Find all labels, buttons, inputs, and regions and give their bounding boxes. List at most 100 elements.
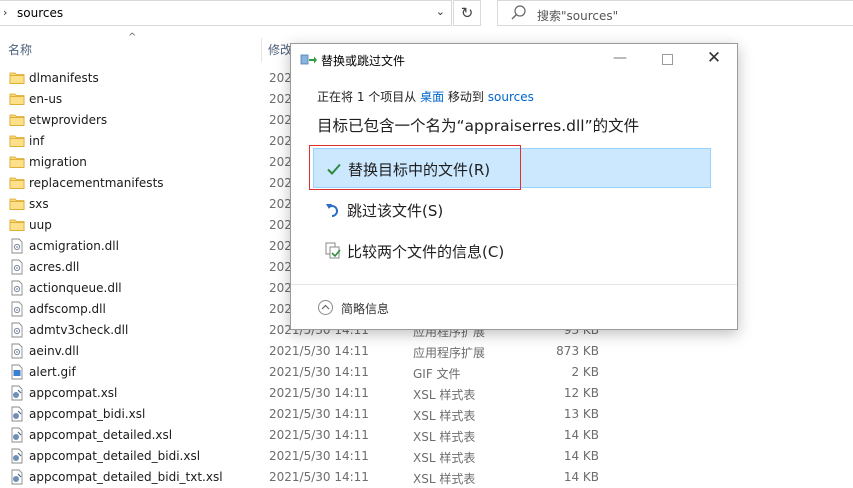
sort-ascending-icon: ^ bbox=[128, 32, 137, 43]
compare-files-icon bbox=[325, 242, 341, 259]
folder-icon bbox=[9, 91, 25, 107]
column-header-name[interactable]: 名称 bbox=[8, 38, 32, 62]
replace-or-skip-dialog: 替换或跳过文件 — ✕ 正在将 1 个项目从 桌面 移动到 sources 目标… bbox=[290, 43, 738, 330]
file-type: XSL 样式表 bbox=[413, 409, 476, 423]
skip-option-label: 跳过该文件(S) bbox=[347, 202, 444, 220]
progress-text: 正在将 1 个项目从 桌面 移动到 sources bbox=[317, 88, 534, 105]
refresh-icon: ↻ bbox=[460, 4, 474, 22]
file-size: 14 KB bbox=[563, 428, 599, 442]
file-date: 2021/5/30 14:11 bbox=[269, 470, 369, 484]
file-date: 2021/5/30 14:11 bbox=[269, 428, 369, 442]
column-header-date[interactable]: 修改 bbox=[268, 38, 292, 62]
compare-option-label: 比较两个文件的信息(C) bbox=[347, 243, 505, 261]
file-name: appcompat_detailed_bidi.xsl bbox=[29, 449, 201, 463]
search-placeholder[interactable]: 搜索"sources" bbox=[537, 7, 618, 24]
file-type: XSL 样式表 bbox=[413, 430, 476, 444]
file-date: 2021/5/30 14:11 bbox=[269, 344, 369, 358]
file-date: 2021/5/30 14:11 bbox=[269, 386, 369, 400]
minimize-button[interactable]: — bbox=[605, 48, 635, 70]
address-toolbar: › sources ⌄ ↻ 搜索"sources" bbox=[0, 0, 853, 28]
minimize-icon: — bbox=[613, 50, 627, 66]
progress-middle: 移动到 bbox=[444, 90, 488, 104]
gif-file-icon bbox=[9, 364, 25, 380]
fewer-details-label[interactable]: 简略信息 bbox=[341, 300, 389, 317]
collapse-details-button[interactable] bbox=[318, 300, 333, 315]
folder-icon bbox=[9, 70, 25, 86]
file-name: migration bbox=[29, 155, 87, 169]
file-name: adfscomp.dll bbox=[29, 302, 106, 316]
file-name: inf bbox=[29, 134, 45, 148]
close-button[interactable]: ✕ bbox=[699, 48, 729, 70]
move-files-icon bbox=[300, 54, 317, 65]
progress-prefix: 正在将 1 个项目从 bbox=[317, 90, 421, 104]
file-name: actionqueue.dll bbox=[29, 281, 122, 295]
file-row[interactable]: appcompat_detailed.xsl 2021/5/30 14:11 XSL… bbox=[0, 425, 853, 446]
dll-file-icon bbox=[9, 343, 25, 359]
maximize-button[interactable] bbox=[652, 48, 682, 70]
file-name: replacementmanifests bbox=[29, 176, 164, 190]
dialog-title: 替换或跳过文件 bbox=[321, 54, 406, 68]
chevron-right-icon[interactable]: › bbox=[3, 6, 7, 19]
folder-icon bbox=[9, 175, 25, 191]
file-name: alert.gif bbox=[29, 365, 76, 379]
file-size: 14 KB bbox=[563, 470, 599, 484]
search-icon bbox=[511, 5, 526, 20]
dll-file-icon bbox=[9, 238, 25, 254]
folder-icon bbox=[9, 217, 25, 233]
file-type: 应用程序扩展 bbox=[413, 346, 486, 360]
folder-icon bbox=[9, 133, 25, 149]
file-type: XSL 样式表 bbox=[413, 472, 476, 486]
file-size: 2 KB bbox=[571, 365, 599, 379]
file-type: XSL 样式表 bbox=[413, 388, 476, 402]
folder-icon bbox=[9, 112, 25, 128]
compare-option-button[interactable]: 比较两个文件的信息(C) bbox=[313, 231, 711, 271]
dialog-divider bbox=[291, 284, 737, 285]
file-name: appcompat_detailed.xsl bbox=[29, 428, 173, 442]
dll-file-icon bbox=[9, 322, 25, 338]
address-path[interactable]: sources bbox=[17, 6, 63, 20]
file-name: appcompat_bidi.xsl bbox=[29, 407, 146, 421]
file-name: acres.dll bbox=[29, 260, 80, 274]
address-bar[interactable]: › sources ⌄ bbox=[0, 0, 452, 26]
file-size: 12 KB bbox=[563, 386, 599, 400]
file-row[interactable]: aeinv.dll 2021/5/30 14:11 应用程序扩展 873 KB bbox=[0, 341, 853, 362]
chevron-up-icon bbox=[321, 304, 330, 310]
column-divider[interactable] bbox=[261, 38, 262, 62]
xsl-file-icon bbox=[9, 448, 25, 464]
refresh-button[interactable]: ↻ bbox=[453, 0, 481, 26]
source-link[interactable]: 桌面 bbox=[420, 90, 444, 104]
file-name: sxs bbox=[29, 197, 49, 211]
skip-arrow-icon bbox=[326, 204, 338, 217]
xsl-file-icon bbox=[9, 427, 25, 443]
file-name: admtv3check.dll bbox=[29, 323, 129, 337]
file-size: 873 KB bbox=[556, 344, 599, 358]
file-name: acmigration.dll bbox=[29, 239, 119, 253]
annotation-highlight-box bbox=[309, 145, 521, 190]
dll-file-icon bbox=[9, 259, 25, 275]
skip-option-button[interactable]: 跳过该文件(S) bbox=[313, 190, 711, 230]
file-name: en-us bbox=[29, 92, 63, 106]
file-date: 2021/5/30 14:11 bbox=[269, 407, 369, 421]
file-row[interactable]: alert.gif 2021/5/30 14:11 GIF 文件 2 KB bbox=[0, 362, 853, 383]
destination-link[interactable]: sources bbox=[488, 90, 534, 104]
close-icon: ✕ bbox=[706, 48, 722, 68]
file-row[interactable]: appcompat.xsl 2021/5/30 14:11 XSL 样式表 12 KB bbox=[0, 383, 853, 404]
file-name: appcompat.xsl bbox=[29, 386, 118, 400]
dll-file-icon bbox=[9, 301, 25, 317]
xsl-file-icon bbox=[9, 385, 25, 401]
file-row[interactable]: appcompat_detailed_bidi_txt.xsl 2021/5/30… bbox=[0, 467, 853, 488]
file-size: 14 KB bbox=[563, 449, 599, 463]
file-row[interactable]: appcompat_detailed_bidi.xsl 2021/5/30 14:… bbox=[0, 446, 853, 467]
file-row[interactable]: appcompat_bidi.xsl 2021/5/30 14:11 XSL 样式表… bbox=[0, 404, 853, 425]
file-name: etwproviders bbox=[29, 113, 108, 127]
conflict-message: 目标已包含一个名为“appraiserres.dll”的文件 bbox=[317, 117, 640, 135]
file-name: appcompat_detailed_bidi_txt.xsl bbox=[29, 470, 223, 484]
file-date: 2021/5/30 14:11 bbox=[269, 365, 369, 379]
folder-icon bbox=[9, 196, 25, 212]
chevron-down-icon[interactable]: ⌄ bbox=[436, 5, 445, 18]
folder-icon bbox=[9, 154, 25, 170]
xsl-file-icon bbox=[9, 469, 25, 485]
search-box[interactable]: 搜索"sources" bbox=[497, 0, 853, 26]
file-name: uup bbox=[29, 218, 52, 232]
dll-file-icon bbox=[9, 280, 25, 296]
